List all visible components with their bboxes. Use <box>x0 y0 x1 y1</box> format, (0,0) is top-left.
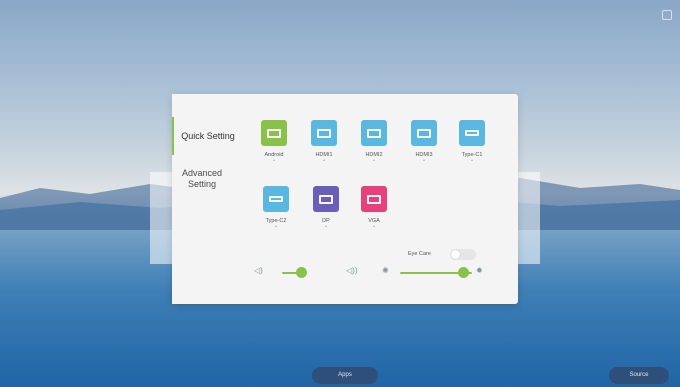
source-hdmi3[interactable]: HDMI3 • <box>404 120 444 164</box>
status-dot: • <box>325 224 327 230</box>
volume-slider-thumb[interactable] <box>296 267 307 278</box>
android-tile-icon <box>261 120 287 146</box>
quick-setting-dialog: Quick Setting Advanced Setting Android •… <box>172 94 518 304</box>
source-hdmi1[interactable]: HDMI1 • <box>304 120 344 164</box>
nav-quick-setting[interactable]: Quick Setting <box>172 117 244 155</box>
source-grid: Android • HDMI1 • HDMI2 • HDMI3 • Type-C… <box>254 114 514 244</box>
corner-indicator-icon <box>662 10 672 20</box>
apps-button[interactable]: Apps <box>312 367 378 384</box>
status-dot: • <box>273 158 275 164</box>
volume-down-icon[interactable]: ◁) <box>254 266 263 275</box>
status-dot: • <box>373 158 375 164</box>
status-dot: • <box>373 224 375 230</box>
right-edge-panel <box>518 172 540 264</box>
hdmi-icon <box>411 120 437 146</box>
status-dot: • <box>423 158 425 164</box>
brightness-high-icon[interactable]: ✹ <box>476 266 483 275</box>
toggle-knob[interactable] <box>451 250 460 259</box>
source-type-c1[interactable]: Type-C1 • <box>452 120 492 164</box>
hdmi-icon <box>311 120 337 146</box>
hdmi-icon <box>361 120 387 146</box>
status-dot: • <box>275 224 277 230</box>
source-hdmi2[interactable]: HDMI2 • <box>354 120 394 164</box>
status-dot: • <box>471 158 473 164</box>
source-dp[interactable]: DP • <box>306 186 346 230</box>
eye-care-toggle[interactable] <box>450 249 476 260</box>
source-type-c2[interactable]: Type-C2 • <box>256 186 296 230</box>
displayport-icon <box>313 186 339 212</box>
brightness-slider-thumb[interactable] <box>458 267 469 278</box>
settings-nav: Quick Setting Advanced Setting <box>172 94 244 304</box>
volume-up-icon[interactable]: ◁)) <box>346 266 357 275</box>
brightness-control: ✺ ✹ <box>382 266 512 280</box>
source-button[interactable]: Source <box>609 367 669 384</box>
usb-c-icon <box>263 186 289 212</box>
source-android[interactable]: Android • <box>254 120 294 164</box>
brightness-low-icon[interactable]: ✺ <box>382 266 389 275</box>
left-edge-panel <box>150 172 172 264</box>
eye-care-label: Eye Care <box>408 251 431 257</box>
status-dot: • <box>323 158 325 164</box>
vga-icon <box>361 186 387 212</box>
source-vga[interactable]: VGA • <box>354 186 394 230</box>
nav-advanced-setting[interactable]: Advanced Setting <box>172 168 232 190</box>
usb-c-icon <box>459 120 485 146</box>
